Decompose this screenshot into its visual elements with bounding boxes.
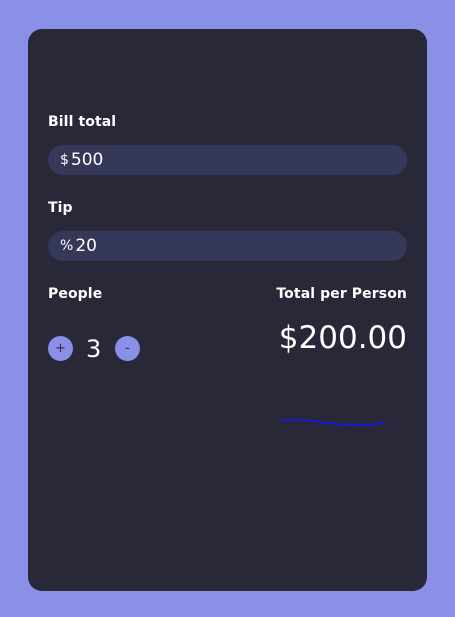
tip-label: Tip <box>48 200 73 216</box>
total-per-person-value: $200.00 <box>278 320 407 356</box>
increment-people-button[interactable]: + <box>48 336 73 361</box>
people-label: People <box>48 286 103 302</box>
dollar-prefix: $ <box>60 152 69 168</box>
total-per-person-label: Total per Person <box>276 286 407 302</box>
people-count: 3 <box>86 335 102 363</box>
bill-total-input[interactable]: $ 500 <box>48 145 407 175</box>
bill-total-label: Bill total <box>48 114 117 130</box>
decorative-scribble <box>281 418 385 427</box>
tip-input[interactable]: % 20 <box>48 231 407 261</box>
bill-total-value: 500 <box>70 150 104 170</box>
decrement-people-button[interactable]: - <box>115 336 140 361</box>
percent-prefix: % <box>60 238 74 254</box>
calculator-card: Bill total $ 500 Tip % 20 People Total p… <box>28 29 427 591</box>
tip-value: 20 <box>75 236 97 256</box>
